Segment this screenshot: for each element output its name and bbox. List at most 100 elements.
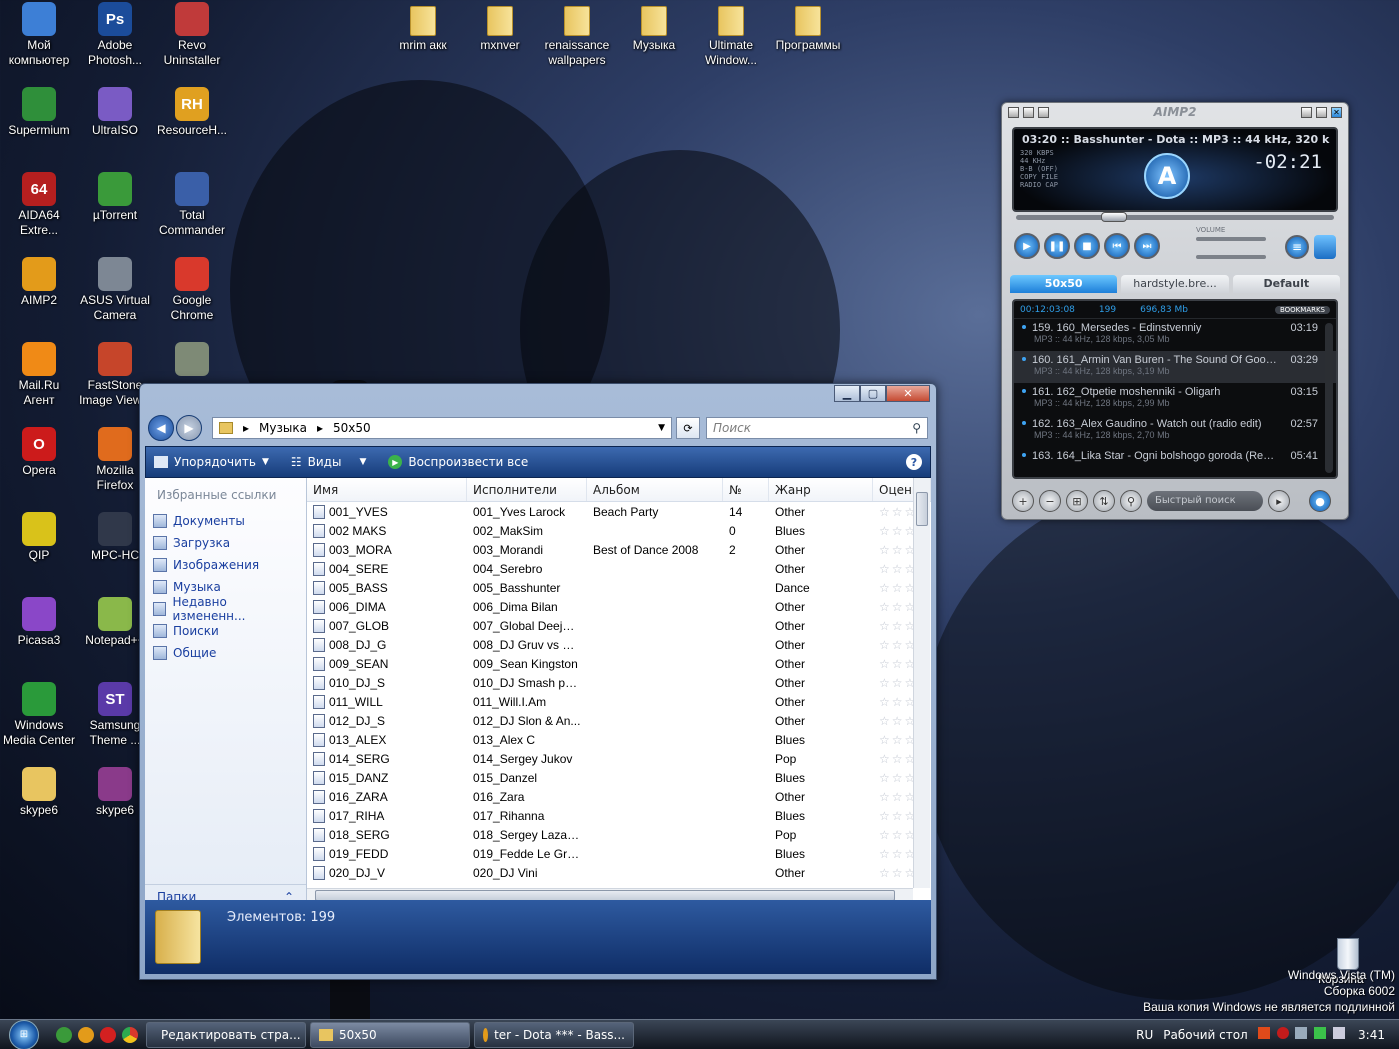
playlist-tab[interactable]: 50x50 [1010,275,1118,293]
bookmarks-button[interactable]: BOOKMARKS [1274,305,1330,314]
playlist-scrollbar[interactable] [1325,323,1333,473]
desktop-icon[interactable]: skype6 [0,767,78,818]
desktop-icon[interactable]: Windows Media Center [0,682,78,748]
pause-button[interactable]: ❚❚ [1044,233,1070,259]
previous-button[interactable]: ⏮ [1104,233,1130,259]
table-row[interactable]: 001_YVES 001_Yves Larock Beach Party 14 Othe… [307,502,931,521]
time-display[interactable]: -02:21 [1253,151,1322,173]
desktop-folder[interactable]: Ultimate Window... [692,2,770,68]
add-icon[interactable]: + [1012,490,1034,512]
table-row[interactable]: 007_GLOB 007_Global Deejays Other ☆☆☆ [307,616,931,635]
desktop-folder[interactable]: mrim акк [384,2,462,53]
nav-item[interactable]: Загрузка [145,532,306,554]
desktop-icon[interactable]: Picasa3 [0,597,78,648]
table-row[interactable]: 004_SERE 004_Serebro Other ☆☆☆ [307,559,931,578]
desktop-icon[interactable]: Мой компьютер [0,2,78,68]
column-header-artists[interactable]: Исполнители [467,478,587,501]
desktop-icon[interactable] [153,342,231,378]
desktop-icon[interactable]: RH ResourceH... [153,87,231,138]
organize-button[interactable]: Упорядочить ▼ [154,455,269,469]
start-button[interactable]: ⊞ [0,1019,48,1049]
desktop-toolbar[interactable]: Рабочий стол [1163,1028,1247,1042]
desktop-folder[interactable]: mxnver [461,2,539,53]
table-row[interactable]: 006_DIMA 006_Dima Bilan Other ☆☆☆ [307,597,931,616]
desktop-icon[interactable]: µTorrent [76,172,154,223]
desktop-icon[interactable]: Google Chrome [153,257,231,323]
desktop-icon[interactable]: 64 AIDA64 Extre... [0,172,78,238]
table-row[interactable]: 015_DANZ 015_Danzel Blues ☆☆☆ [307,768,931,787]
chevron-down-icon[interactable]: ▼ [658,423,665,433]
volume-tray-icon[interactable] [1333,1027,1346,1039]
search-icon[interactable]: ⚲ [1120,490,1142,512]
table-row[interactable]: 002 MAKS 002_MakSim 0 Blues ☆☆☆ [307,521,931,540]
desktop-icon[interactable]: Revo Uninstaller [153,2,231,68]
playlist-toggle-button[interactable]: ≡ [1285,235,1309,259]
aimp-tray-button[interactable] [1316,106,1327,118]
aimp-menu-button[interactable] [1008,106,1019,118]
desktop-icon[interactable]: Total Commander [153,172,231,238]
stop-button[interactable]: ■ [1074,233,1100,259]
select-icon[interactable]: ⊞ [1066,490,1088,512]
desktop-icon[interactable]: Supermium [0,87,78,138]
play-all-button[interactable]: ▶ Воспроизвести все [388,455,528,469]
playlist-item[interactable]: 161. 162_Otpetie moshenniki - Oligarh 03:… [1014,383,1336,415]
playlist-item[interactable]: 162. 163_Alex Gaudino - Watch out (radio… [1014,415,1336,447]
bandicam-icon[interactable] [100,1026,116,1043]
playlist-item[interactable]: 163. 164_Lika Star - Ogni bolshogo gorod… [1014,447,1336,479]
aimp-menu-button[interactable] [1038,106,1049,118]
balance-slider[interactable] [1196,255,1266,259]
volume-slider[interactable] [1196,237,1266,241]
breadcrumb-item[interactable]: Музыка [259,421,307,435]
views-button[interactable]: ☷ Виды ▼ [291,455,367,469]
taskbar-button-aimp[interactable]: ter - Dota *** - Bass... [474,1021,634,1048]
refresh-button[interactable]: ⟳ [676,417,700,439]
clock[interactable]: 3:41 [1358,1028,1385,1042]
playlist-item[interactable]: 159. 160_Mersedes - Edinstvenniy 03:19 MP3… [1014,319,1336,351]
chrome-icon[interactable] [122,1026,138,1043]
sort-icon[interactable]: ⇅ [1093,490,1115,512]
seek-knob[interactable] [1101,212,1127,222]
equalizer-button[interactable] [1314,235,1336,259]
nav-item[interactable]: Документы [145,510,306,532]
search-icon[interactable]: ⚲ [912,421,921,435]
address-bar[interactable]: ▸ Музыка ▸ 50x50 ▼ [212,417,672,439]
table-row[interactable]: 019_FEDD 019_Fedde Le Grand Blues ☆☆☆ [307,844,931,863]
desktop-icon[interactable]: QIP [0,512,78,563]
desktop-folder[interactable]: Программы [769,2,847,53]
desktop-icon[interactable]: Mail.Ru Агент [0,342,78,408]
breadcrumb-item[interactable]: 50x50 [333,421,371,435]
nav-item[interactable]: Общие [145,642,306,664]
language-indicator[interactable]: RU [1136,1028,1153,1042]
table-row[interactable]: 017_RIHA 017_Rihanna Blues ☆☆☆ [307,806,931,825]
desktop-folder[interactable]: renaissance wallpapers [538,2,616,68]
column-header-number[interactable]: № [723,478,769,501]
taskbar-button-explorer[interactable]: 50x50 [310,1021,470,1048]
column-header-genre[interactable]: Жанр [769,478,873,501]
search-input[interactable]: Поиск ⚲ [706,417,928,439]
table-row[interactable]: 014_SERG 014_Sergey Jukov Pop ☆☆☆ [307,749,931,768]
table-row[interactable]: 005_BASS 005_Basshunter Dance ☆☆☆ [307,578,931,597]
remove-icon[interactable]: − [1039,490,1061,512]
desktop-icon[interactable]: O Opera [0,427,78,478]
utorrent-icon[interactable] [56,1026,72,1043]
help-icon[interactable]: ? [906,454,922,470]
network-tray-icon[interactable] [1295,1027,1308,1039]
qip-tray-icon[interactable] [1314,1027,1327,1039]
table-row[interactable]: 010_DJ_S 010_DJ Smash pre... Other ☆☆☆ [307,673,931,692]
playlist-item[interactable]: 160. 161_Armin Van Buren - The Sound Of … [1014,351,1336,383]
playlist-menu-icon[interactable]: ● [1309,490,1331,512]
desktop-icon[interactable]: Ps Adobe Photosh... [76,2,154,68]
forward-button[interactable]: ▶ [176,415,202,441]
desktop-icon[interactable]: AIMP2 [0,257,78,308]
play-button[interactable]: ▶ [1014,233,1040,259]
table-row[interactable]: 013_ALEX 013_Alex C Blues ☆☆☆ [307,730,931,749]
table-row[interactable]: 011_WILL 011_Will.I.Am Other ☆☆☆ [307,692,931,711]
back-button[interactable]: ◀ [148,415,174,441]
column-header-name[interactable]: Имя [307,478,467,501]
playlist-tab[interactable]: Default [1232,275,1340,293]
desktop-folder[interactable]: Музыка [615,2,693,53]
table-row[interactable]: 009_SEAN 009_Sean Kingston Other ☆☆☆ [307,654,931,673]
playlist-tab[interactable]: hardstyle.bre... [1121,275,1229,293]
close-button[interactable]: ✕ [886,385,930,402]
scrollbar-thumb[interactable] [916,492,928,526]
